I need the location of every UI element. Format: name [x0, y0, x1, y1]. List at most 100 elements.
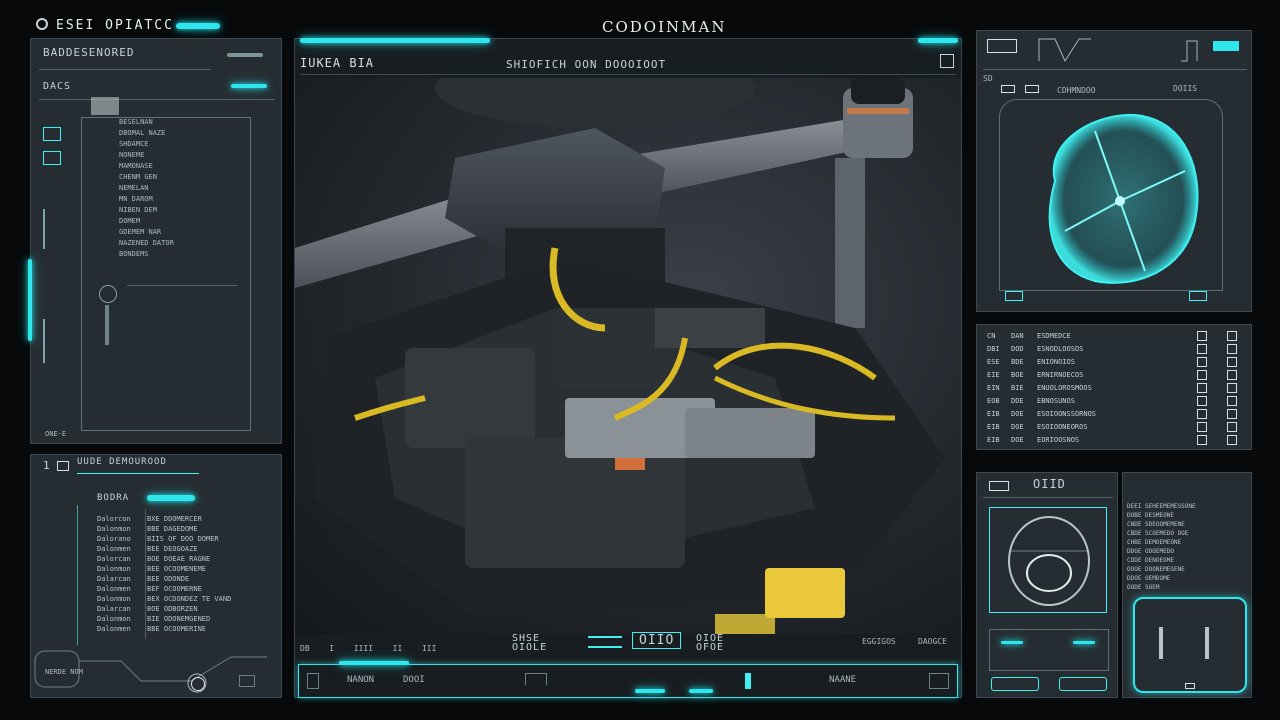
table-row: Dalorcon BXE DDOMERCER: [97, 515, 231, 525]
grid-icon[interactable]: [987, 39, 1017, 53]
waveform-icon[interactable]: [525, 673, 547, 685]
marker-icon[interactable]: [1005, 291, 1023, 301]
marker-icon[interactable]: [1189, 291, 1207, 301]
toggle-icon[interactable]: [1001, 85, 1015, 93]
row-status-icon[interactable]: [1197, 357, 1207, 367]
drone-illustration: [295, 78, 945, 634]
row-cell: ENIONOIOS: [1037, 357, 1075, 366]
controls-frame: [989, 629, 1109, 671]
code: DB: [300, 644, 310, 653]
list-item: DDOE OEMDOME: [1127, 575, 1171, 582]
panel-accent-bar: [231, 84, 267, 88]
row-cell: EBNOSUNOS: [1037, 396, 1075, 405]
viewer-top-right-bar: [918, 38, 958, 43]
table-row: Dalonmon BBE DAGEDOME: [97, 525, 231, 535]
row-cell: DAN: [1011, 331, 1024, 340]
settings-icon[interactable]: [191, 677, 205, 691]
row-status-icon[interactable]: [1197, 331, 1207, 341]
viewer-left-header: IUKEA BIA: [300, 56, 375, 70]
panel-divider: [983, 497, 1113, 498]
expand-icon[interactable]: [940, 54, 954, 68]
row-status-icon[interactable]: [1197, 422, 1207, 432]
table-row: Dalonmen BEE DEOGOAZE: [97, 545, 231, 555]
record-icon[interactable]: [239, 675, 255, 687]
code: II: [392, 644, 403, 653]
row-cell: DOE: [1011, 422, 1024, 431]
row: NONEME: [119, 151, 145, 159]
row-status-icon[interactable]: [1197, 370, 1207, 380]
row-status-icon[interactable]: [1227, 409, 1237, 419]
row-status-icon[interactable]: [1227, 370, 1237, 380]
table-row: EIB DOE EORIOOSNOS: [987, 433, 1243, 446]
badge-right[interactable]: OIOE OFOE: [696, 634, 756, 653]
row-status-icon[interactable]: [1197, 396, 1207, 406]
timeline-left-2: DOOI: [403, 675, 425, 685]
row-cell: ESOIOONEOROS: [1037, 422, 1088, 431]
row-key: Dalonmen: [97, 625, 131, 633]
rewind-icon[interactable]: [307, 673, 319, 689]
propeller-hologram: [1048, 113, 1199, 284]
row-cell: ERNIRNOECOS: [1037, 370, 1084, 379]
row-cell: ESNODLOOSOS: [1037, 344, 1084, 353]
panel-subtitle: DACS: [43, 81, 72, 92]
panel-title: BADDESENORED: [43, 46, 135, 59]
timeline-bar[interactable]: NANON DOOI NAANE: [298, 661, 958, 698]
app-logo-icon: [36, 18, 48, 30]
scrubber-mark[interactable]: [635, 689, 665, 693]
menu-icon[interactable]: [989, 481, 1009, 491]
chart-icon[interactable]: [43, 209, 57, 249]
play-icon[interactable]: [745, 673, 751, 689]
equalizer-icon[interactable]: [588, 636, 622, 648]
table-row: Dalonmon BEX OCDONDEZ TE VAND: [97, 595, 231, 605]
row-status-icon[interactable]: [1197, 435, 1207, 445]
table-row: Dalonmen BEF OCOOMERNE: [97, 585, 231, 595]
playback-progress[interactable]: [339, 661, 409, 665]
fullscreen-icon[interactable]: [929, 673, 949, 689]
row-value: BBE OCOOMERINE: [147, 625, 207, 633]
row-cell: DDE: [1011, 396, 1024, 405]
signal-icon[interactable]: [43, 319, 57, 363]
row-value: BEX OCDONDEZ TE VAND: [147, 595, 232, 603]
toggle-icon[interactable]: [1025, 85, 1039, 93]
row-status-icon[interactable]: [1197, 344, 1207, 354]
row-status-icon[interactable]: [1197, 409, 1207, 419]
row-cell: BOE: [1011, 370, 1024, 379]
row-status-icon[interactable]: [1227, 422, 1237, 432]
row-cell: EIB: [987, 422, 1000, 431]
toggle-right-icon[interactable]: [1059, 677, 1107, 691]
row-status-icon[interactable]: [1227, 435, 1237, 445]
row-value: BEE DEOGOAZE: [147, 545, 198, 553]
row-status-icon[interactable]: [1227, 396, 1237, 406]
grid-icon[interactable]: [43, 127, 61, 141]
timeline-left: NANON: [347, 675, 375, 685]
folder-icon[interactable]: [57, 461, 69, 471]
row-cell: DOE: [1011, 409, 1024, 418]
row-cell: EIB: [987, 435, 1000, 444]
row: DBOMAL NAZE: [119, 129, 166, 137]
probe-icon: [99, 285, 117, 303]
toggle-left-icon[interactable]: [991, 677, 1039, 691]
row-status-icon[interactable]: [1227, 383, 1237, 393]
row-cell: EORIOOSNOS: [1037, 435, 1080, 444]
row-status-icon[interactable]: [1227, 357, 1237, 367]
panel-index: 1: [43, 459, 51, 472]
code-right-2: DAOGCE: [918, 637, 947, 646]
code-right-1: EGGIGOS: [862, 637, 896, 646]
table-row: ESE BDE ENIONOIOS: [987, 355, 1243, 368]
progress-fill: [147, 495, 195, 501]
row: SHDAMCE: [119, 140, 149, 148]
scrubber-mark-2[interactable]: [689, 689, 713, 693]
label-right: DOIIS: [1173, 84, 1198, 93]
row-key: Dalarcan: [97, 605, 131, 613]
layers-icon[interactable]: [43, 151, 61, 165]
row-value: BIIS OF DOO DOMER: [147, 535, 219, 543]
row-status-icon[interactable]: [1197, 383, 1207, 393]
badge-center[interactable]: OIIO: [632, 632, 682, 649]
level-bar-2: [1073, 641, 1095, 644]
row: CHENM GEN: [119, 173, 157, 181]
row-status-icon[interactable]: [1227, 344, 1237, 354]
viewer-center-header: SHIOFICH OON DOOOIOOT: [506, 58, 667, 71]
badge-left[interactable]: SHSE OIOLE: [512, 634, 572, 653]
row-key: Dalonmon: [97, 565, 131, 573]
row-status-icon[interactable]: [1227, 331, 1237, 341]
